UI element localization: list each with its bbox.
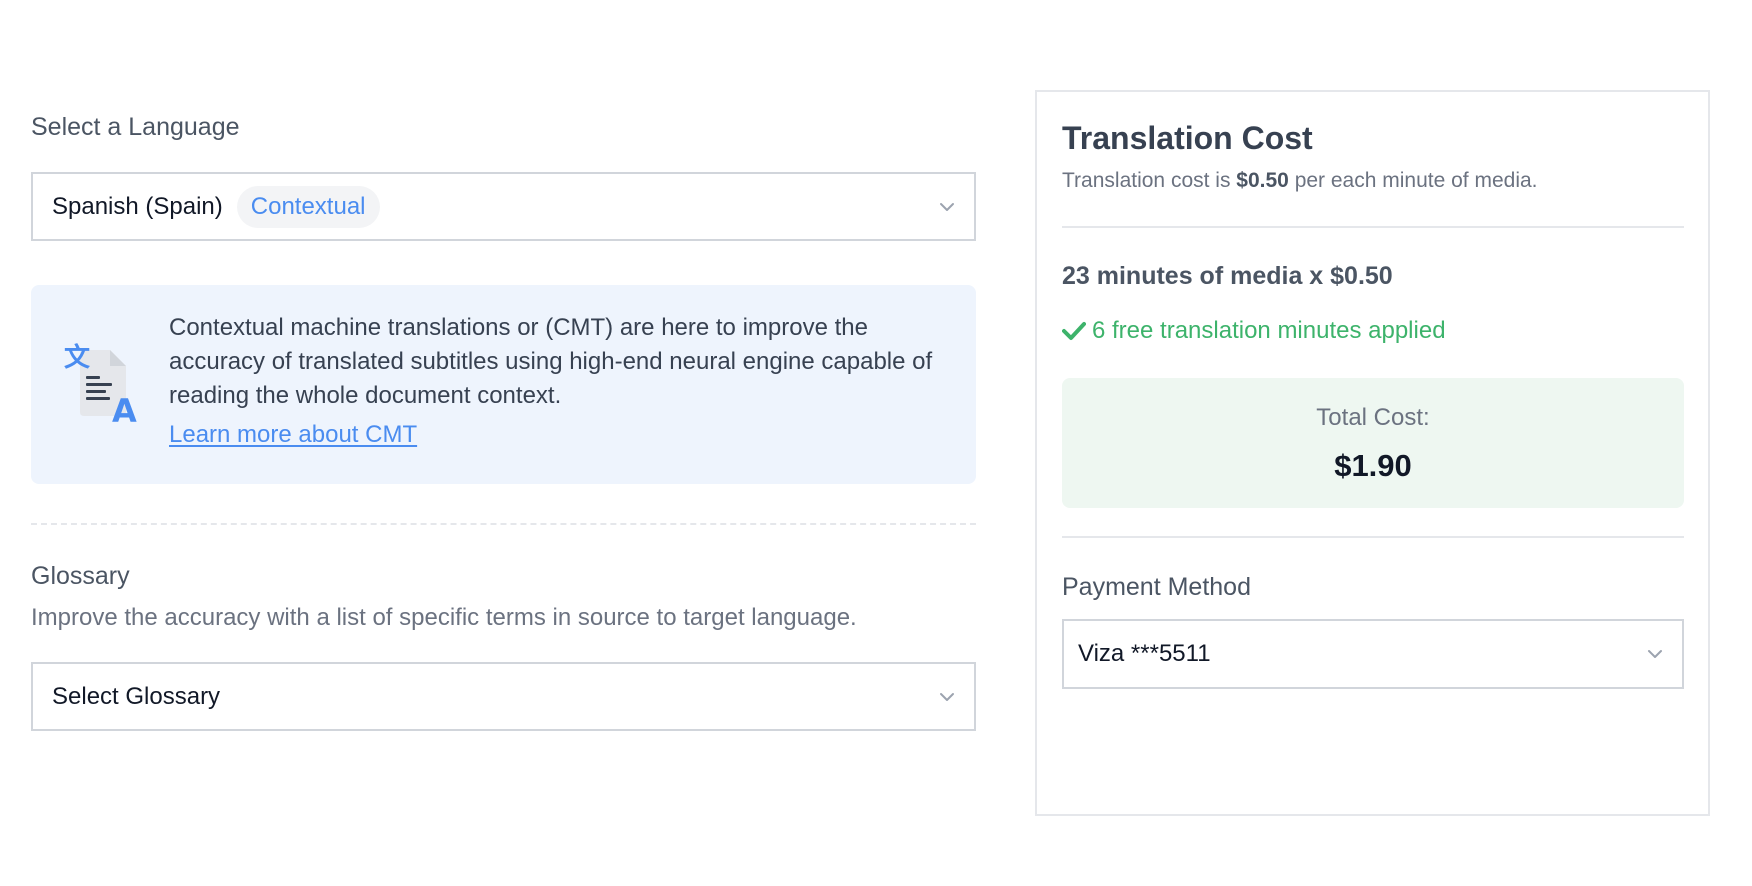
chevron-down-icon bbox=[940, 202, 954, 211]
language-select-value: Spanish (Spain) bbox=[52, 192, 223, 220]
translation-cost-card: Translation Cost Translation cost is $0.… bbox=[1035, 90, 1710, 816]
language-select[interactable]: Spanish (Spain) Contextual bbox=[31, 172, 976, 241]
chevron-down-icon bbox=[1648, 650, 1662, 658]
total-cost-value: $1.90 bbox=[1334, 448, 1412, 483]
glossary-label: Glossary bbox=[31, 562, 130, 590]
glossary-description: Improve the accuracy with a list of spec… bbox=[31, 604, 857, 631]
contextual-badge: Contextual bbox=[236, 185, 380, 228]
chevron-down-icon bbox=[940, 692, 954, 701]
learn-more-cmt-link[interactable]: Learn more about CMT bbox=[169, 421, 417, 449]
translate-document-icon: 文 A bbox=[64, 342, 137, 430]
cost-rate-prefix: Translation cost is bbox=[1062, 169, 1237, 192]
cmt-info-box: 文 A Contextual machine translations or (… bbox=[31, 285, 976, 484]
cost-rate-value: $0.50 bbox=[1236, 169, 1289, 192]
minutes-calculation: 23 minutes of media x $0.50 bbox=[1062, 262, 1393, 290]
cost-rate-text: Translation cost is $0.50 per each minut… bbox=[1062, 169, 1538, 193]
free-minutes-text: 6 free translation minutes applied bbox=[1092, 317, 1446, 344]
card-title: Translation Cost bbox=[1062, 120, 1313, 156]
free-minutes-notice: 6 free translation minutes applied bbox=[1062, 317, 1446, 345]
cmt-info-text: Contextual machine translations or (CMT)… bbox=[169, 314, 933, 409]
total-cost-label: Total Cost: bbox=[1316, 404, 1430, 431]
section-divider bbox=[31, 523, 976, 525]
glossary-select-value: Select Glossary bbox=[52, 682, 221, 710]
total-cost-box: Total Cost: $1.90 bbox=[1062, 378, 1684, 508]
divider bbox=[1062, 226, 1684, 228]
checkmark-icon bbox=[1062, 322, 1086, 340]
language-label: Select a Language bbox=[31, 113, 240, 141]
glossary-select[interactable]: Select Glossary bbox=[31, 662, 976, 731]
divider bbox=[1062, 536, 1684, 538]
payment-method-value: Viza ***5511 bbox=[1078, 640, 1211, 667]
payment-method-select[interactable]: Viza ***5511 bbox=[1062, 619, 1684, 689]
svg-text:A: A bbox=[112, 392, 137, 430]
cost-rate-suffix: per each minute of media. bbox=[1288, 169, 1538, 192]
payment-method-label: Payment Method bbox=[1062, 573, 1251, 601]
svg-text:文: 文 bbox=[64, 342, 91, 373]
